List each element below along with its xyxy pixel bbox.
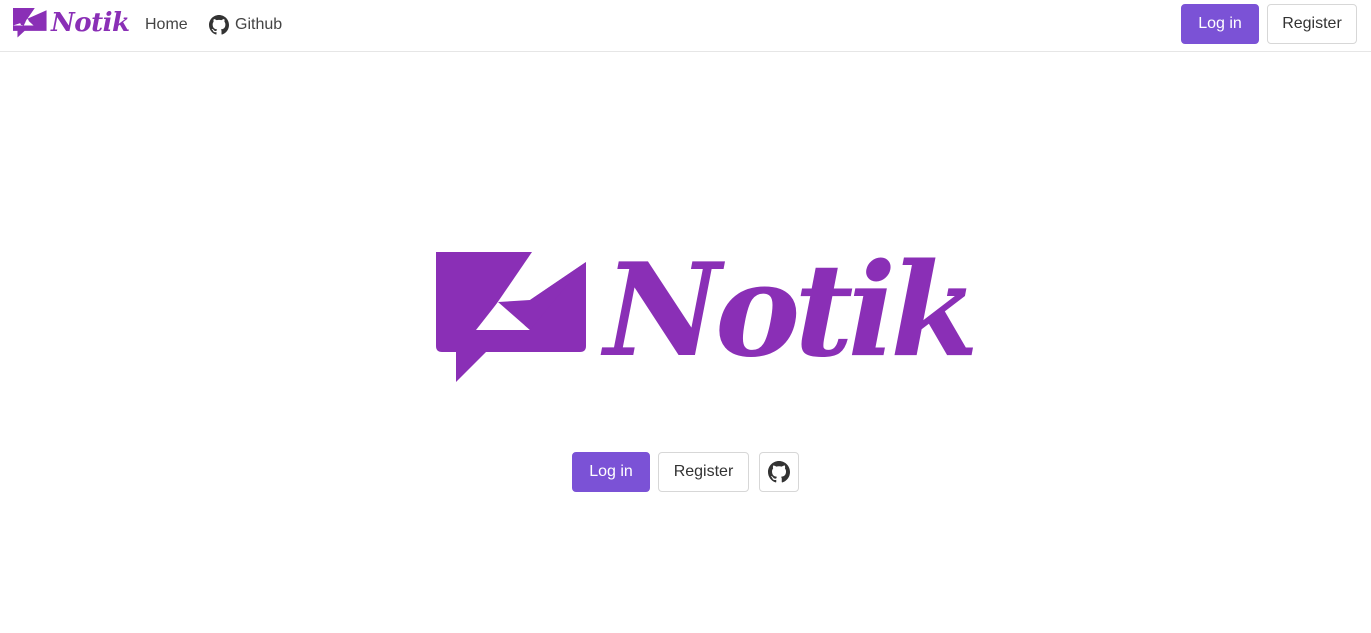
hero-login-button[interactable]: Log in <box>572 452 650 492</box>
hero-register-button[interactable]: Register <box>658 452 749 492</box>
nav-login-button[interactable]: Log in <box>1181 4 1259 44</box>
notik-logo-icon <box>13 8 47 38</box>
github-icon <box>209 15 229 35</box>
brand-name: Notik <box>51 8 130 38</box>
navbar: Notik Home Github Log in Register <box>0 0 1371 52</box>
nav-home-link[interactable]: Home <box>145 15 188 35</box>
notik-hero-logo-icon <box>436 252 586 382</box>
hero-title: Notik <box>604 236 979 386</box>
nav-github-link[interactable]: Github <box>209 15 282 35</box>
github-icon <box>768 461 790 483</box>
brand-logo-link[interactable]: Notik <box>13 8 130 38</box>
nav-github-label: Github <box>235 16 283 33</box>
nav-register-button[interactable]: Register <box>1267 4 1357 44</box>
hero-github-button[interactable] <box>759 452 799 492</box>
